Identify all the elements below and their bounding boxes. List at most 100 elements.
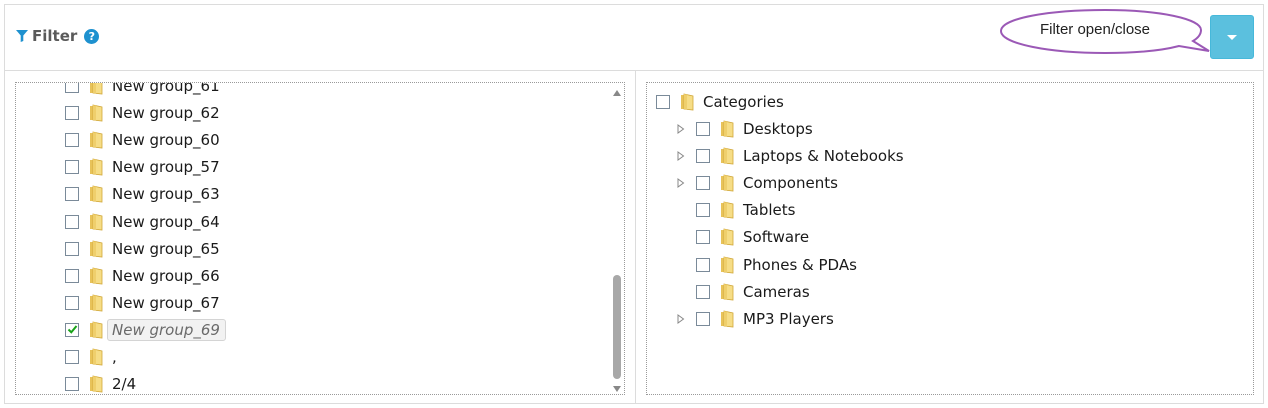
group-tree-item[interactable]: 2/4 [65, 371, 136, 394]
tree-item-label[interactable]: New group_57 [112, 158, 220, 176]
tree-item-label[interactable]: MP3 Players [743, 310, 834, 328]
category-item[interactable]: Desktops [696, 116, 813, 142]
expand-arrow-icon[interactable] [677, 313, 685, 324]
folder-icon [721, 310, 734, 328]
expand-arrow-icon[interactable] [677, 178, 685, 189]
folder-icon [721, 147, 734, 165]
category-tree-box[interactable]: Categories Desktops Laptops & Notebooks Com… [646, 82, 1254, 395]
category-item[interactable]: Components [696, 170, 838, 196]
checkbox[interactable] [696, 230, 710, 245]
checkbox[interactable] [696, 149, 710, 164]
category-item[interactable]: Cameras [696, 279, 810, 305]
checkbox[interactable] [65, 133, 79, 148]
folder-icon [681, 93, 694, 111]
category-root[interactable]: Categories [656, 89, 784, 115]
callout-text: Filter open/close [1039, 21, 1151, 38]
checkbox[interactable] [65, 241, 79, 256]
tree-item-label[interactable]: Cameras [743, 283, 810, 301]
tree-item-label[interactable]: New group_62 [112, 104, 220, 122]
checkbox[interactable] [65, 322, 79, 337]
filter-title: Filter [32, 27, 78, 45]
group-tree-item[interactable]: New group_66 [65, 263, 220, 289]
checkbox[interactable] [65, 295, 79, 310]
group-tree-item[interactable]: New group_60 [65, 127, 220, 153]
group-tree-item[interactable]: New group_65 [65, 236, 220, 262]
checkbox[interactable] [65, 377, 79, 392]
tree-item-label[interactable]: New group_65 [112, 240, 220, 258]
category-item[interactable]: Tablets [696, 197, 796, 223]
scroll-thumb[interactable] [613, 275, 621, 379]
folder-icon [90, 321, 103, 339]
folder-icon [721, 174, 734, 192]
folder-icon [90, 348, 103, 366]
tree-item-label[interactable]: New group_67 [112, 294, 220, 312]
tree-item-label[interactable]: Tablets [743, 201, 796, 219]
tree-item-label[interactable]: New group_61 [112, 83, 220, 95]
tree-item-label[interactable]: New group_66 [112, 267, 220, 285]
category-item[interactable]: Phones & PDAs [696, 252, 857, 278]
checkbox[interactable] [65, 350, 79, 364]
folder-icon [90, 131, 103, 149]
folder-icon [90, 240, 103, 258]
category-item[interactable]: MP3 Players [696, 306, 834, 332]
caret-down-icon [1227, 34, 1237, 40]
folder-icon [90, 213, 103, 230]
tree-item-label[interactable]: Categories [703, 93, 784, 111]
funnel-icon [16, 30, 28, 42]
tree-item-label[interactable]: New group_63 [112, 185, 220, 203]
group-tree-item[interactable]: , [65, 344, 117, 370]
folder-icon [721, 256, 734, 273]
checkbox[interactable] [696, 176, 710, 191]
category-item[interactable]: Software [696, 224, 809, 250]
checkbox[interactable] [696, 311, 710, 326]
group-tree-item[interactable]: New group_61 [65, 83, 220, 99]
column-divider [635, 71, 636, 403]
tree-item-label[interactable]: Software [743, 228, 809, 246]
category-item[interactable]: Laptops & Notebooks [696, 143, 904, 169]
scroll-up-arrow-icon[interactable] [613, 90, 621, 96]
checkbox[interactable] [65, 187, 79, 202]
expand-arrow-icon[interactable] [677, 151, 685, 162]
tree-item-label[interactable]: New group_69 [107, 318, 226, 341]
group-tree-scrollbar[interactable] [610, 88, 624, 394]
folder-icon [90, 83, 103, 95]
group-tree-box[interactable]: New group_61 New group_62 New group_60 New … [15, 82, 625, 395]
checkbox[interactable] [65, 268, 79, 283]
group-tree-item[interactable]: New group_63 [65, 181, 220, 207]
tree-item-label[interactable]: New group_64 [112, 213, 220, 231]
tree-item-label[interactable]: , [112, 348, 117, 366]
folder-icon [721, 201, 734, 219]
expand-arrow-icon[interactable] [677, 124, 685, 134]
filter-panel: Filter ? Filter open/close New group_61 N… [4, 4, 1264, 404]
checkbox[interactable] [656, 95, 670, 109]
group-tree-item[interactable]: New group_64 [65, 209, 220, 235]
group-tree-item[interactable]: New group_62 [65, 100, 220, 126]
help-icon[interactable]: ? [84, 28, 100, 44]
tree-item-label[interactable]: Components [743, 174, 838, 192]
group-tree-item[interactable]: New group_57 [65, 154, 220, 180]
tree-item-label[interactable]: Phones & PDAs [743, 256, 857, 274]
scroll-down-arrow-icon[interactable] [613, 386, 621, 392]
folder-icon [90, 185, 103, 203]
folder-icon [721, 120, 734, 138]
checkbox[interactable] [65, 106, 79, 121]
checkbox[interactable] [696, 122, 710, 136]
checkbox[interactable] [696, 284, 710, 299]
folder-icon [90, 158, 103, 176]
checkbox[interactable] [696, 257, 710, 272]
tree-item-label[interactable]: New group_60 [112, 131, 220, 149]
folder-icon [721, 283, 734, 301]
checkbox[interactable] [65, 83, 79, 93]
folder-icon [90, 375, 103, 393]
checkbox[interactable] [65, 214, 79, 229]
tree-item-label[interactable]: 2/4 [112, 375, 136, 393]
checkbox[interactable] [696, 203, 710, 218]
filter-toggle-button[interactable] [1210, 15, 1254, 59]
group-tree-item[interactable]: New group_67 [65, 290, 220, 316]
filter-callout: Filter open/close [995, 7, 1215, 59]
tree-item-label[interactable]: Desktops [743, 120, 813, 138]
folder-icon [90, 267, 103, 285]
group-tree-item[interactable]: New group_69 [65, 317, 226, 343]
tree-item-label[interactable]: Laptops & Notebooks [743, 147, 904, 165]
checkbox[interactable] [65, 160, 79, 175]
